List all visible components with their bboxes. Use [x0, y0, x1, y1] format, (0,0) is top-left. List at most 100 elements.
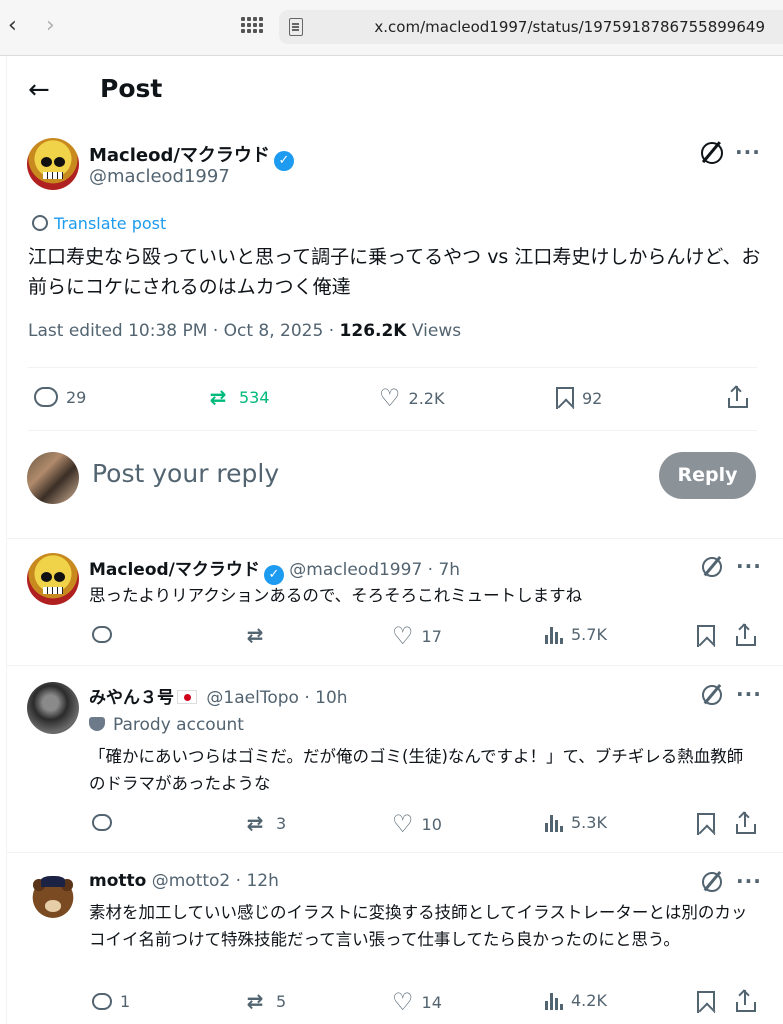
- share-action[interactable]: [735, 623, 757, 646]
- reply-author-name[interactable]: Macleod/マクラウド: [89, 560, 260, 580]
- like-count: 2.2K: [408, 388, 445, 408]
- address-bar[interactable]: x.com/macleod1997/status/197591878675589…: [279, 10, 783, 44]
- like-count: 17: [421, 626, 442, 646]
- japan-flag-icon: [177, 690, 197, 704]
- reply-time[interactable]: · 10h: [299, 688, 347, 708]
- reply-header: motto @motto2 · 12h: [89, 871, 279, 891]
- bookmark-icon: [697, 991, 715, 1013]
- share-action[interactable]: [735, 811, 757, 834]
- repost-action[interactable]: ⇄ 3: [242, 811, 287, 835]
- reply-handle[interactable]: @motto2: [152, 871, 231, 891]
- reply-action[interactable]: 1: [92, 992, 130, 1011]
- heart-icon: ♡: [392, 622, 414, 650]
- reply-action[interactable]: [92, 626, 120, 643]
- heart-icon: ♡: [392, 810, 414, 838]
- views-action[interactable]: 5.3K: [545, 813, 607, 832]
- repost-action[interactable]: ⇄: [242, 625, 276, 645]
- repost-count: 5: [276, 991, 287, 1011]
- browser-forward-icon[interactable]: ›: [46, 14, 55, 38]
- page-menu-icon[interactable]: [289, 18, 303, 36]
- more-icon[interactable]: ···: [736, 684, 762, 704]
- reply-body: 「確かにあいつらはゴミだ。だが俺のゴミ(生徒)なんですよ！」て、ブチギレる熱血教…: [89, 747, 744, 793]
- user-avatar: [27, 452, 79, 504]
- views-action[interactable]: 5.7K: [545, 625, 607, 644]
- reply-header: みやん３号 @1aelTopo · 10h: [89, 683, 348, 708]
- parody-mask-icon: [89, 717, 105, 731]
- translate-post-link[interactable]: Translate post: [32, 214, 166, 233]
- edited-timestamp[interactable]: Last edited 10:38 PM · Oct 8, 2025 ·: [28, 321, 340, 341]
- bookmark-action[interactable]: [697, 991, 715, 1013]
- share-action[interactable]: [727, 385, 749, 408]
- like-count: 10: [421, 814, 442, 834]
- reply-avatar[interactable]: [27, 682, 79, 734]
- reply-button[interactable]: Reply: [659, 452, 756, 499]
- tweet-meta: Last edited 10:38 PM · Oct 8, 2025 · 126…: [28, 321, 461, 341]
- bookmark-action[interactable]: 92: [556, 387, 602, 409]
- reply-header: Macleod/マクラウド ✓ @macleod1997 · 7h: [89, 555, 460, 585]
- views-action[interactable]: 4.2K: [545, 991, 607, 1010]
- repost-count: 3: [276, 813, 287, 833]
- views-icon: [545, 992, 563, 1010]
- more-icon[interactable]: ···: [736, 556, 762, 576]
- like-action[interactable]: ♡ 10: [392, 810, 442, 838]
- grok-icon[interactable]: [702, 872, 722, 892]
- reply-input[interactable]: Post your reply: [92, 459, 279, 488]
- verified-badge-icon: ✓: [273, 151, 294, 171]
- reply-action[interactable]: 29: [34, 387, 86, 407]
- tab-overview-icon[interactable]: [241, 17, 263, 39]
- grok-icon[interactable]: [702, 557, 722, 577]
- reply-icon: [92, 993, 112, 1010]
- reply-body: 思ったよりリアクションあるので、そろそろこれミュートしますね: [89, 586, 583, 605]
- like-action[interactable]: ♡ 2.2K: [379, 386, 445, 410]
- reply-icon: [92, 814, 112, 831]
- repost-icon: ⇄: [246, 623, 264, 647]
- reply-author-name[interactable]: motto: [89, 871, 146, 891]
- tweet-body: 江口寿史なら殴っていいと思って調子に乗ってるやつ vs 江口寿史けしからんけど、…: [28, 246, 761, 298]
- reply-avatar[interactable]: [27, 553, 79, 605]
- reply-action[interactable]: [92, 814, 120, 831]
- grok-icon[interactable]: [701, 142, 723, 164]
- page-title: Post: [100, 74, 163, 103]
- bookmark-action[interactable]: [697, 625, 715, 647]
- back-arrow-icon[interactable]: ←: [28, 76, 50, 104]
- share-action[interactable]: [735, 989, 757, 1012]
- like-action[interactable]: ♡ 17: [392, 622, 442, 650]
- repost-icon: ⇄: [209, 385, 227, 409]
- translate-icon: [32, 215, 48, 231]
- views-count: 5.3K: [571, 813, 607, 832]
- repost-icon: ⇄: [246, 811, 264, 835]
- share-icon: [727, 385, 749, 408]
- bookmark-count: 92: [582, 388, 603, 408]
- column-border: [6, 56, 7, 1024]
- browser-back-icon[interactable]: ‹: [8, 14, 17, 38]
- repost-action[interactable]: ⇄ 534: [205, 387, 270, 407]
- divider: [28, 367, 757, 368]
- reply-handle[interactable]: @macleod1997: [289, 560, 422, 580]
- like-action[interactable]: ♡ 14: [392, 990, 442, 1014]
- author-avatar[interactable]: [27, 138, 79, 190]
- browser-toolbar: ‹ › x.com/macleod1997/status/19759187867…: [0, 0, 783, 56]
- bookmark-icon: [697, 813, 715, 835]
- divider: [6, 852, 783, 853]
- more-icon[interactable]: ···: [735, 142, 761, 162]
- reply-author-name[interactable]: みやん３号: [89, 688, 174, 708]
- repost-icon: ⇄: [246, 989, 264, 1013]
- grok-icon[interactable]: [702, 685, 722, 705]
- reply-icon: [92, 626, 112, 643]
- translate-label: Translate post: [54, 214, 167, 233]
- reply-time[interactable]: · 12h: [230, 871, 279, 891]
- reply-avatar[interactable]: [27, 869, 79, 921]
- views-icon: [545, 814, 563, 832]
- reply-count: 29: [66, 387, 87, 407]
- divider: [28, 430, 757, 431]
- bookmark-icon: [556, 387, 574, 409]
- reply-handle[interactable]: @1aelTopo: [206, 688, 299, 708]
- more-icon[interactable]: ···: [736, 871, 762, 891]
- reply-time[interactable]: · 7h: [422, 560, 460, 580]
- like-count: 14: [421, 992, 442, 1012]
- bookmark-action[interactable]: [697, 813, 715, 835]
- parody-label: Parody account: [89, 715, 244, 735]
- repost-action[interactable]: ⇄ 5: [242, 989, 287, 1013]
- author-name-text: Macleod/マクラウド: [89, 145, 270, 166]
- author-handle[interactable]: @macleod1997: [89, 166, 230, 187]
